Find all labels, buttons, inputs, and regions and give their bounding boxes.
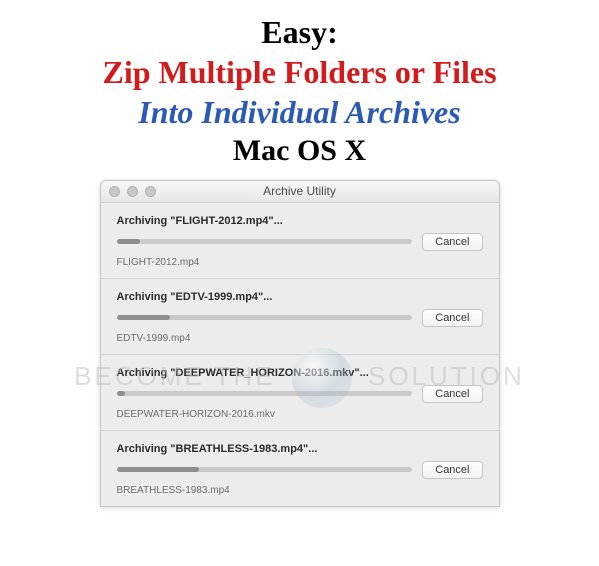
heading-line-4: Mac OS X — [0, 132, 599, 170]
archive-utility-window: Archive Utility Archiving "FLIGHT-2012.m… — [100, 180, 500, 507]
progress-bar — [117, 391, 413, 396]
window-titlebar[interactable]: Archive Utility — [101, 181, 499, 203]
minimize-icon[interactable] — [127, 186, 138, 197]
archive-item: Archiving "EDTV-1999.mp4"... Cancel EDTV… — [101, 279, 499, 355]
archive-item: Archiving "FLIGHT-2012.mp4"... Cancel FL… — [101, 203, 499, 279]
heading-line-2: Zip Multiple Folders or Files — [0, 52, 599, 92]
window-title: Archive Utility — [101, 184, 499, 198]
cancel-button[interactable]: Cancel — [422, 461, 482, 479]
progress-row: Cancel — [117, 309, 483, 327]
archive-label: Archiving "EDTV-1999.mp4"... — [117, 291, 483, 303]
cancel-button[interactable]: Cancel — [422, 309, 482, 327]
cancel-button[interactable]: Cancel — [422, 233, 482, 251]
heading-block: Easy: Zip Multiple Folders or Files Into… — [0, 0, 599, 170]
zoom-icon[interactable] — [145, 186, 156, 197]
archive-filename: EDTV-1999.mp4 — [117, 333, 483, 344]
archive-filename: BREATHLESS-1983.mp4 — [117, 485, 483, 496]
archive-filename: FLIGHT-2012.mp4 — [117, 257, 483, 268]
progress-row: Cancel — [117, 461, 483, 479]
window-content: Archiving "FLIGHT-2012.mp4"... Cancel FL… — [101, 203, 499, 506]
close-icon[interactable] — [109, 186, 120, 197]
progress-bar — [117, 239, 413, 244]
archive-item: Archiving "DEEPWATER_HORIZON-2016.mkv"..… — [101, 355, 499, 431]
archive-filename: DEEPWATER-HORIZON-2016.mkv — [117, 409, 483, 420]
progress-fill — [117, 315, 170, 320]
progress-fill — [117, 239, 141, 244]
progress-fill — [117, 467, 200, 472]
heading-line-3: Into Individual Archives — [0, 92, 599, 132]
cancel-button[interactable]: Cancel — [422, 385, 482, 403]
heading-line-1: Easy: — [0, 12, 599, 52]
progress-bar — [117, 315, 413, 320]
progress-bar — [117, 467, 413, 472]
progress-fill — [117, 391, 126, 396]
archive-label: Archiving "BREATHLESS-1983.mp4"... — [117, 443, 483, 455]
progress-row: Cancel — [117, 385, 483, 403]
archive-label: Archiving "FLIGHT-2012.mp4"... — [117, 215, 483, 227]
archive-item: Archiving "BREATHLESS-1983.mp4"... Cance… — [101, 431, 499, 506]
progress-row: Cancel — [117, 233, 483, 251]
traffic-lights — [109, 186, 156, 197]
archive-label: Archiving "DEEPWATER_HORIZON-2016.mkv"..… — [117, 367, 483, 379]
